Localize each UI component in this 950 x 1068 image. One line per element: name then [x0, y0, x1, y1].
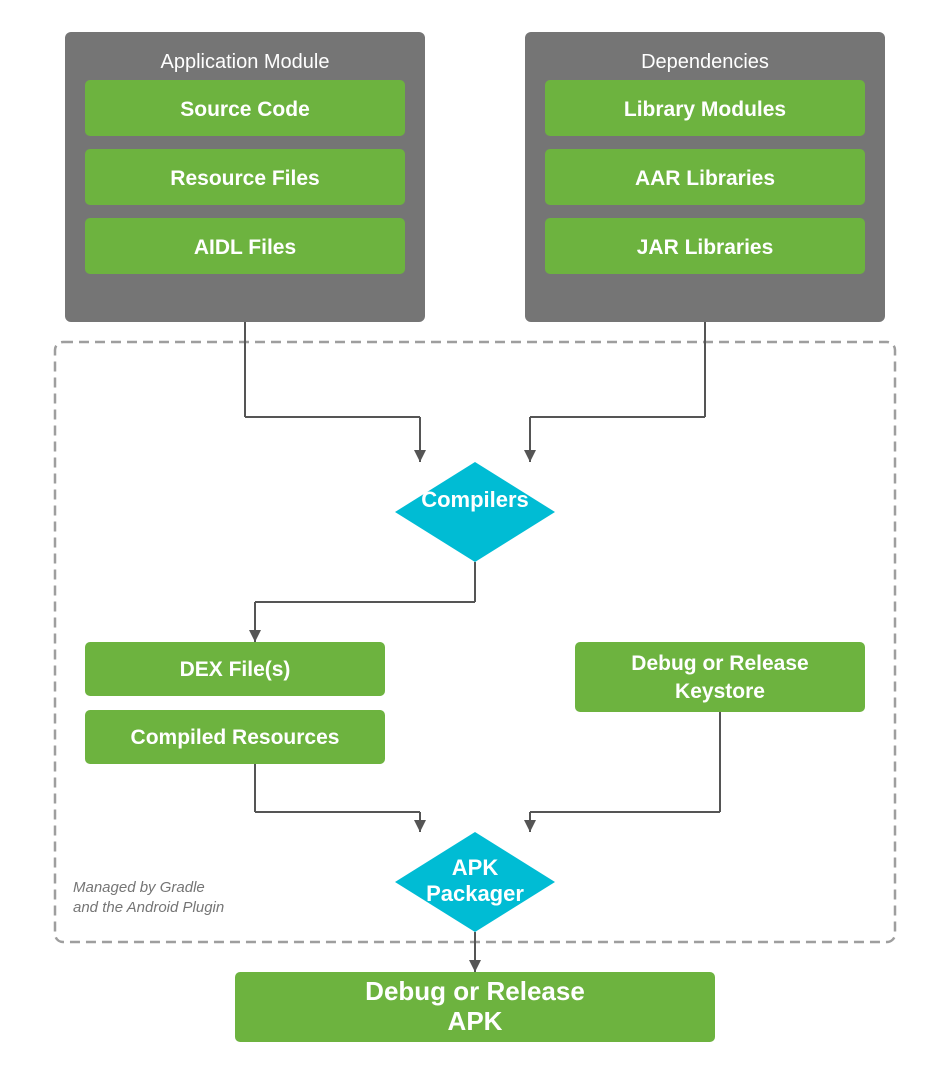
library-modules-label: Library Modules	[624, 98, 786, 121]
jar-libraries-label: JAR Libraries	[637, 236, 774, 259]
arrowhead-to-dex	[249, 630, 261, 642]
aar-libraries-label: AAR Libraries	[635, 167, 775, 190]
apk-packager-label-line1: APK	[452, 855, 499, 880]
final-apk-label-line1: Debug or Release	[365, 976, 585, 1006]
app-module-title: Application Module	[161, 51, 330, 73]
aidl-files-label: AIDL Files	[194, 236, 296, 259]
dependencies-title: Dependencies	[641, 51, 769, 73]
resource-files-label: Resource Files	[170, 167, 319, 190]
source-code-label: Source Code	[180, 98, 310, 121]
compiled-resources-label: Compiled Resources	[131, 726, 340, 749]
compilers-diamond	[395, 462, 555, 562]
keystore-label-line1: Debug or Release	[631, 652, 808, 675]
gradle-note-line1: Managed by Gradle	[73, 879, 205, 896]
arrowhead-to-compilers-right	[524, 450, 536, 462]
final-apk-label-line2: APK	[448, 1006, 503, 1036]
arrowhead-to-apkpackager-left	[414, 820, 426, 832]
keystore-label-line2: Keystore	[675, 680, 765, 703]
dex-files-label: DEX File(s)	[180, 658, 291, 681]
apk-packager-label-line2: Packager	[426, 881, 524, 906]
compilers-label: Compilers	[421, 487, 529, 512]
gradle-note-line2: and the Android Plugin	[73, 899, 224, 916]
diagram-svg: Application Module Source Code Resource …	[45, 22, 905, 1042]
arrowhead-to-final-apk	[469, 960, 481, 972]
arrowhead-to-compilers-left	[414, 450, 426, 462]
arrowhead-to-apkpackager-right	[524, 820, 536, 832]
